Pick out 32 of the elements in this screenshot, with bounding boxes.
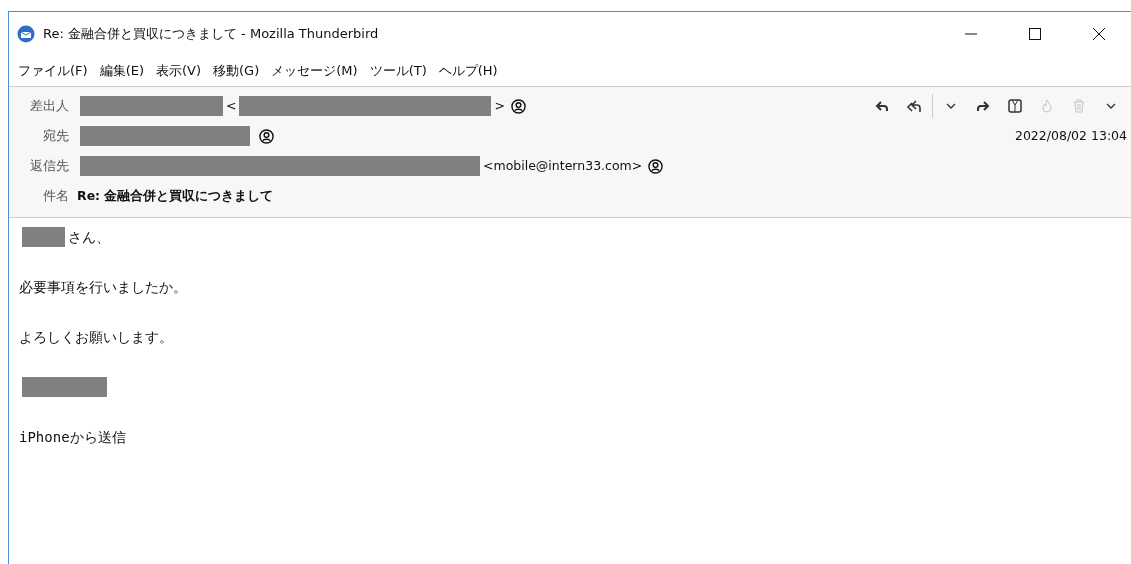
menu-item[interactable]: ファイル(F) <box>13 59 93 83</box>
message-text: 必要事項を行いましたか。 <box>19 277 187 297</box>
contact-icon[interactable] <box>510 98 526 114</box>
angle-bracket: < <box>226 96 237 115</box>
date-text: 2022/08/02 13:04 <box>1014 126 1127 145</box>
message-text: iPhoneから送信 <box>19 427 126 447</box>
maximize-icon[interactable] <box>1029 28 1041 40</box>
field-label: 件名 <box>42 187 70 206</box>
close-icon[interactable] <box>1093 28 1105 40</box>
field-label: 差出人 <box>29 97 70 116</box>
message-text: よろしくお願いします。 <box>19 327 173 347</box>
reply-arrow-icon[interactable] <box>874 98 890 114</box>
message-text: さん、 <box>68 227 110 247</box>
menu-item[interactable]: 表示(V) <box>151 59 207 83</box>
reply-all-arrow-icon[interactable] <box>906 98 922 114</box>
angle-bracket: > <box>494 96 505 115</box>
menu-item[interactable]: 編集(E) <box>94 59 149 83</box>
archive-box-icon[interactable] <box>1007 98 1023 114</box>
field-label: 返信先 <box>29 157 70 176</box>
forward-arrow-icon[interactable] <box>975 98 991 114</box>
contact-icon[interactable] <box>259 128 274 144</box>
app-logo-icon <box>17 25 35 43</box>
contact-icon[interactable] <box>648 158 664 174</box>
window-title: Re: 金融合併と買収につきまして - Mozilla Thunderbird <box>43 25 379 44</box>
menu-item[interactable]: ヘルプ(H) <box>433 59 503 83</box>
field-label: 宛先 <box>42 127 70 146</box>
menu-item[interactable]: 移動(G) <box>208 59 265 83</box>
redaction-bar <box>22 227 65 247</box>
menu-item[interactable]: ツール(T) <box>364 59 432 83</box>
menu-item[interactable]: メッセージ(M) <box>266 59 363 83</box>
email-address: <mobile@intern33.com> <box>483 156 643 175</box>
subject-text: Re: 金融合併と買収につきまして <box>77 186 274 205</box>
